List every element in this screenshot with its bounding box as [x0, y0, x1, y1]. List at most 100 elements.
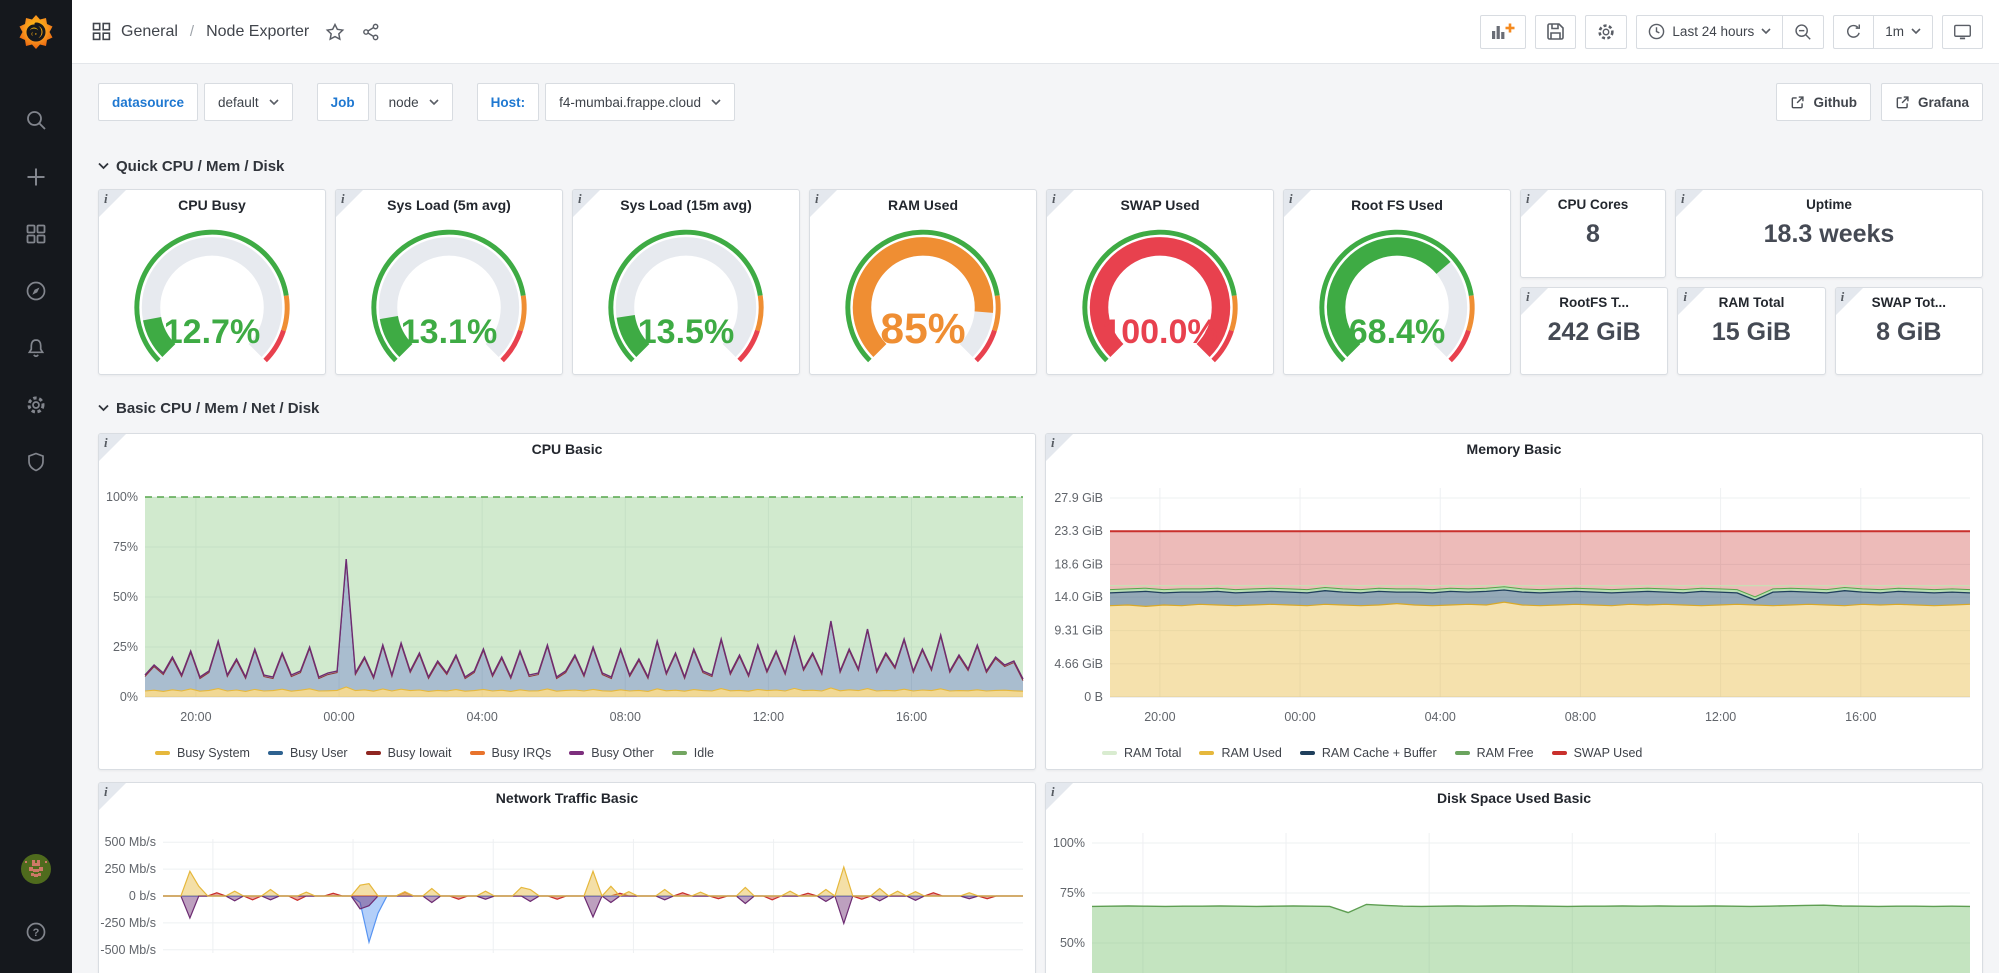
variable-value-dropdown[interactable]: f4-mumbai.frappe.cloud: [545, 83, 735, 121]
share-icon[interactable]: [361, 22, 381, 42]
panel-info-icon[interactable]: i: [573, 190, 600, 217]
breadcrumb-section[interactable]: General: [121, 23, 178, 41]
panel-info-icon[interactable]: i: [336, 190, 363, 217]
svg-text:250 Mb/s: 250 Mb/s: [105, 862, 156, 876]
panel-title[interactable]: CPU Basic: [99, 434, 1035, 462]
panel-info-icon[interactable]: i: [99, 783, 126, 810]
panel-info-icon[interactable]: i: [1836, 288, 1863, 315]
grafana-logo[interactable]: [14, 10, 58, 54]
legend-item-ram-used[interactable]: RAM Used: [1199, 746, 1281, 760]
legend-item-ram-cache-buffer[interactable]: RAM Cache + Buffer: [1300, 746, 1437, 760]
variable-job: Jobnode: [317, 83, 453, 121]
stats-column: iCPU Cores8iUptime18.3 weeks iRootFS T..…: [1520, 189, 1983, 375]
svg-text:?: ?: [33, 927, 40, 939]
stat-value: 8: [1521, 220, 1665, 249]
panel-title[interactable]: Memory Basic: [1046, 434, 1982, 462]
disk-space-used-basic-chart[interactable]: 100%75%50%25%0%: [1046, 811, 1982, 973]
gauge: 85%: [810, 218, 1036, 374]
legend-swatch: [1102, 751, 1117, 755]
panel-title[interactable]: Uptime: [1676, 197, 1982, 212]
legend-swatch: [470, 751, 485, 755]
memory-basic-chart[interactable]: 20:0000:0004:0008:0012:0016:000 B4.66 Gi…: [1046, 462, 1982, 737]
server-admin-shield-icon[interactable]: [25, 451, 47, 473]
variable-label: Host:: [477, 83, 540, 121]
add-panel-button[interactable]: [1480, 15, 1526, 49]
panel-info-icon[interactable]: i: [1676, 190, 1703, 217]
gauge-panel-ram-used: iRAM Used85%: [809, 189, 1037, 375]
chevron-down-icon: [269, 99, 279, 106]
refresh-interval-picker[interactable]: 1m: [1873, 16, 1932, 48]
legend-item-busy-irqs[interactable]: Busy IRQs: [470, 746, 552, 760]
legend-item-idle[interactable]: Idle: [672, 746, 714, 760]
dashboard-submenu: datasourcedefault Jobnode Host:f4-mumbai.f…: [98, 83, 1983, 121]
panel-info-icon[interactable]: i: [1678, 288, 1705, 315]
panel-title[interactable]: Network Traffic Basic: [99, 783, 1035, 811]
svg-text:14.0 GiB: 14.0 GiB: [1054, 590, 1103, 604]
panel-info-icon[interactable]: i: [1284, 190, 1311, 217]
svg-text:18.6 GiB: 18.6 GiB: [1054, 557, 1103, 571]
help-icon[interactable]: ?: [25, 921, 47, 943]
legend-item-swap-used[interactable]: SWAP Used: [1552, 746, 1643, 760]
legend-item-busy-user[interactable]: Busy User: [268, 746, 348, 760]
dashboards-icon[interactable]: [25, 223, 47, 245]
svg-text:08:00: 08:00: [610, 710, 641, 724]
dashboard-grid-icon: [92, 22, 111, 41]
panel-info-icon[interactable]: i: [1046, 783, 1073, 810]
legend-item-busy-other[interactable]: Busy Other: [569, 746, 654, 760]
panel-info-icon[interactable]: i: [810, 190, 837, 217]
github-link-button[interactable]: Github: [1776, 83, 1871, 121]
panel-title[interactable]: CPU Busy: [99, 190, 325, 218]
section-title: Quick CPU / Mem / Disk: [116, 158, 284, 175]
legend-item-busy-iowait[interactable]: Busy Iowait: [366, 746, 452, 760]
network-traffic-basic-chart[interactable]: 500 Mb/s250 Mb/s0 b/s-250 Mb/s-500 Mb/s: [99, 811, 1035, 973]
grafana-link-button[interactable]: Grafana: [1881, 83, 1983, 121]
save-dashboard-button[interactable]: [1535, 15, 1576, 49]
svg-text:16:00: 16:00: [1845, 710, 1876, 724]
dashboard-settings-button[interactable]: [1585, 15, 1627, 49]
panel-title[interactable]: Sys Load (5m avg): [336, 190, 562, 218]
breadcrumb-page-title[interactable]: Node Exporter: [206, 23, 309, 41]
stat-panel-cpu-cores: iCPU Cores8: [1520, 189, 1666, 278]
svg-text:00:00: 00:00: [1284, 710, 1315, 724]
legend-item-busy-system[interactable]: Busy System: [155, 746, 250, 760]
search-icon[interactable]: [25, 109, 47, 131]
cpu-basic-chart[interactable]: 20:0000:0004:0008:0012:0016:000%25%50%75…: [99, 462, 1035, 737]
cycle-view-mode-button[interactable]: [1942, 15, 1983, 49]
configuration-gear-icon[interactable]: [25, 394, 47, 416]
svg-text:20:00: 20:00: [1144, 710, 1175, 724]
variable-value-dropdown[interactable]: node: [375, 83, 453, 121]
panel-info-icon[interactable]: i: [1521, 190, 1548, 217]
panel-info-icon[interactable]: i: [1047, 190, 1074, 217]
explore-compass-icon[interactable]: [25, 280, 47, 302]
variable-datasource: datasourcedefault: [98, 83, 293, 121]
row-basic-cpu-mem-net-disk[interactable]: Basic CPU / Mem / Net / Disk: [98, 397, 1983, 419]
legend-item-ram-free[interactable]: RAM Free: [1455, 746, 1534, 760]
panel-info-icon[interactable]: i: [99, 434, 126, 461]
zoom-out-time-button[interactable]: [1782, 16, 1823, 48]
panel-title[interactable]: Sys Load (15m avg): [573, 190, 799, 218]
row-quick-cpu-mem-disk[interactable]: Quick CPU / Mem / Disk: [98, 155, 1983, 177]
alerting-bell-icon[interactable]: [25, 337, 47, 359]
variable-value-dropdown[interactable]: default: [204, 83, 293, 121]
panel-title[interactable]: Root FS Used: [1284, 190, 1510, 218]
svg-text:-500 Mb/s: -500 Mb/s: [100, 943, 156, 957]
chart-row-2: i Network Traffic Basic 500 Mb/s250 Mb/s…: [98, 782, 1983, 973]
svg-text:-250 Mb/s: -250 Mb/s: [100, 916, 156, 930]
gauge: 68.4%: [1284, 218, 1510, 374]
time-range-picker[interactable]: Last 24 hours: [1637, 16, 1782, 48]
star-favorite-icon[interactable]: [325, 22, 345, 42]
svg-text:0%: 0%: [120, 690, 138, 704]
legend-swatch: [1455, 751, 1470, 755]
create-add-icon[interactable]: [25, 166, 47, 188]
refresh-button[interactable]: [1834, 16, 1873, 48]
panel-title[interactable]: SWAP Used: [1047, 190, 1273, 218]
panel-info-icon[interactable]: i: [1046, 434, 1073, 461]
user-avatar[interactable]: [20, 853, 52, 885]
panel-info-icon[interactable]: i: [1521, 288, 1548, 315]
panel-info-icon[interactable]: i: [99, 190, 126, 217]
panel-title[interactable]: Disk Space Used Basic: [1046, 783, 1982, 811]
legend-item-ram-total[interactable]: RAM Total: [1102, 746, 1181, 760]
gauge: 13.5%: [573, 218, 799, 374]
gauge-panel-root-fs-used: iRoot FS Used68.4%: [1283, 189, 1511, 375]
panel-title[interactable]: RAM Used: [810, 190, 1036, 218]
